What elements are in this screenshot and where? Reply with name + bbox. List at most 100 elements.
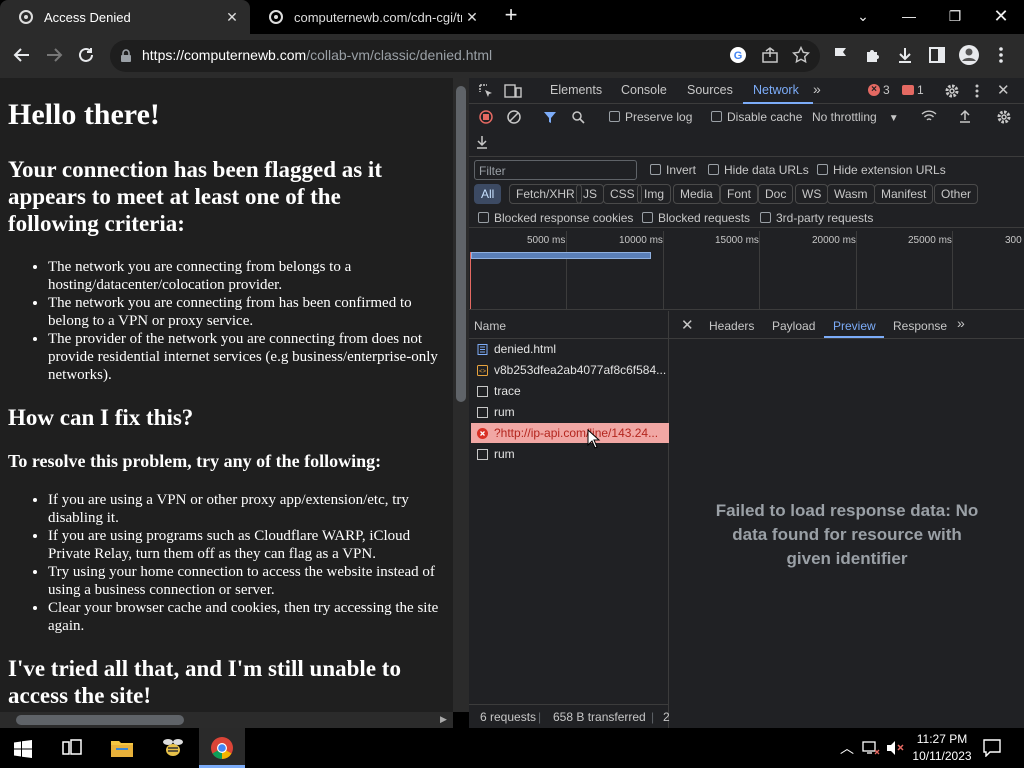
more-detail-tabs-icon[interactable]: »: [957, 315, 965, 331]
profile-avatar-icon[interactable]: [958, 44, 980, 66]
side-panel-icon[interactable]: [928, 46, 946, 64]
close-window-button[interactable]: ✕: [979, 2, 1023, 30]
type-filter-other[interactable]: Other: [934, 184, 979, 204]
third-party-requests-checkbox[interactable]: 3rd-party requests: [760, 211, 873, 225]
task-view-icon[interactable]: [62, 739, 82, 757]
extensions-puzzle-icon[interactable]: [864, 46, 882, 64]
notification-center-icon[interactable]: [983, 739, 1001, 757]
request-row[interactable]: <> v8b253dfea2ab4077af8c6f584...: [471, 360, 669, 380]
back-button[interactable]: [8, 41, 36, 69]
tab-search-icon[interactable]: ⌄: [841, 2, 885, 30]
type-filter-css[interactable]: CSS: [603, 184, 642, 204]
request-row[interactable]: trace: [471, 381, 669, 401]
invert-checkbox[interactable]: Invert: [650, 163, 696, 177]
filter-funnel-icon[interactable]: [543, 110, 557, 124]
mouse-cursor-icon: [587, 429, 601, 449]
windows-start-icon[interactable]: [14, 740, 32, 758]
type-filter-js[interactable]: JS: [576, 184, 605, 204]
more-tabs-icon[interactable]: »: [813, 81, 821, 97]
device-toolbar-icon[interactable]: [504, 83, 522, 99]
network-icon[interactable]: [862, 740, 880, 756]
network-settings-gear-icon[interactable]: [996, 109, 1012, 125]
request-row-error[interactable]: ?http://ip-api.com/line/143.24...: [471, 423, 669, 443]
share-icon[interactable]: [761, 46, 779, 64]
error-count-icon[interactable]: ×: [868, 84, 880, 96]
request-row[interactable]: rum: [471, 444, 669, 464]
show-hidden-icons-chevron-icon[interactable]: ︿: [840, 738, 854, 758]
type-filter-media[interactable]: Media: [673, 184, 720, 204]
import-har-upload-icon[interactable]: [958, 109, 972, 123]
type-filter-ws[interactable]: WS: [795, 184, 829, 204]
timeline-tick: 20000 ms: [812, 235, 856, 246]
type-filter-manifest[interactable]: Manifest: [874, 184, 934, 204]
tab-sources[interactable]: Sources: [687, 83, 733, 97]
hide-extension-urls-checkbox[interactable]: Hide extension URLs: [817, 163, 946, 177]
forward-button[interactable]: [40, 41, 68, 69]
page-horizontal-scrollbar[interactable]: ▶: [0, 712, 453, 728]
type-filter-wasm[interactable]: Wasm: [827, 184, 875, 204]
tab-elements[interactable]: Elements: [550, 83, 602, 97]
issues-icon[interactable]: [902, 85, 914, 95]
browser-menu-icon[interactable]: [996, 46, 1006, 64]
clock-date[interactable]: 10/11/2023: [907, 749, 977, 763]
tab-response[interactable]: Response: [893, 319, 947, 333]
download-icon[interactable]: [896, 46, 914, 64]
error-count[interactable]: 3: [883, 83, 890, 97]
type-filter-fetch-xhr[interactable]: Fetch/XHR: [509, 184, 582, 204]
restore-button[interactable]: ❐: [933, 2, 977, 30]
blocked-requests-checkbox[interactable]: Blocked requests: [642, 211, 750, 225]
preserve-log-checkbox[interactable]: Preserve log: [609, 110, 692, 124]
tab-network[interactable]: Network: [753, 83, 799, 97]
volume-muted-icon[interactable]: [886, 740, 904, 756]
disable-cache-checkbox[interactable]: Disable cache: [711, 110, 802, 124]
throttling-select[interactable]: No throttling ▼: [812, 110, 899, 124]
scrollbar-thumb[interactable]: [456, 86, 466, 402]
close-detail-icon[interactable]: ✕: [681, 316, 694, 334]
blocked-response-cookies-checkbox[interactable]: Blocked response cookies: [478, 211, 633, 225]
app-bee-icon[interactable]: [160, 736, 186, 760]
tab-console[interactable]: Console: [621, 83, 667, 97]
close-devtools-icon[interactable]: ✕: [997, 81, 1010, 99]
request-row[interactable]: denied.html: [471, 339, 669, 359]
export-har-download-icon[interactable]: [475, 135, 489, 149]
network-conditions-wifi-icon[interactable]: [921, 109, 937, 123]
file-explorer-icon[interactable]: [110, 737, 134, 759]
filter-input[interactable]: Filter: [474, 160, 637, 180]
network-overview-timeline[interactable]: 5000 ms 10000 ms 15000 ms 20000 ms 25000…: [469, 231, 1024, 310]
page-vertical-scrollbar[interactable]: [453, 78, 469, 712]
tab-preview[interactable]: Preview: [833, 319, 876, 333]
clear-log-icon[interactable]: [507, 110, 521, 124]
devtools-settings-gear-icon[interactable]: [944, 83, 960, 99]
search-icon[interactable]: [571, 110, 585, 124]
close-tab-icon[interactable]: ✕: [222, 7, 242, 27]
name-column-header[interactable]: Name: [469, 311, 669, 339]
tab-payload[interactable]: Payload: [772, 319, 815, 333]
tab-headers[interactable]: Headers: [709, 319, 754, 333]
devtools-menu-icon[interactable]: [974, 83, 980, 99]
inspect-element-icon[interactable]: [478, 83, 494, 99]
status-divider: |: [651, 710, 655, 724]
url-text[interactable]: https://computernewb.com/collab-vm/class…: [142, 47, 492, 63]
lock-icon[interactable]: [120, 49, 132, 63]
clock-time[interactable]: 11:27 PM: [912, 732, 972, 746]
tab-cdn-trace[interactable]: computernewb.com/cdn-cgi/tra ✕: [250, 0, 490, 34]
close-tab-icon[interactable]: ✕: [462, 7, 482, 27]
hide-data-urls-checkbox[interactable]: Hide data URLs: [708, 163, 809, 177]
flag-extension-icon[interactable]: [832, 46, 850, 64]
reload-button[interactable]: [72, 41, 100, 69]
chrome-taskbar-button[interactable]: [199, 728, 245, 768]
type-filter-img[interactable]: Img: [637, 184, 672, 204]
new-tab-button[interactable]: +: [500, 4, 522, 27]
scrollbar-thumb[interactable]: [16, 715, 184, 725]
minimize-button[interactable]: —: [887, 2, 931, 30]
bookmark-star-icon[interactable]: [792, 46, 810, 64]
request-row[interactable]: rum: [471, 402, 669, 422]
issues-count[interactable]: 1: [917, 83, 924, 97]
type-filter-font[interactable]: Font: [720, 184, 759, 204]
type-filter-doc[interactable]: Doc: [758, 184, 794, 204]
google-lens-icon[interactable]: G: [729, 46, 747, 64]
tab-access-denied[interactable]: Access Denied ✕: [0, 0, 250, 34]
type-filter-all[interactable]: All: [474, 184, 502, 204]
scroll-right-arrow-icon[interactable]: ▶: [440, 714, 447, 725]
record-stop-icon[interactable]: [479, 110, 493, 124]
